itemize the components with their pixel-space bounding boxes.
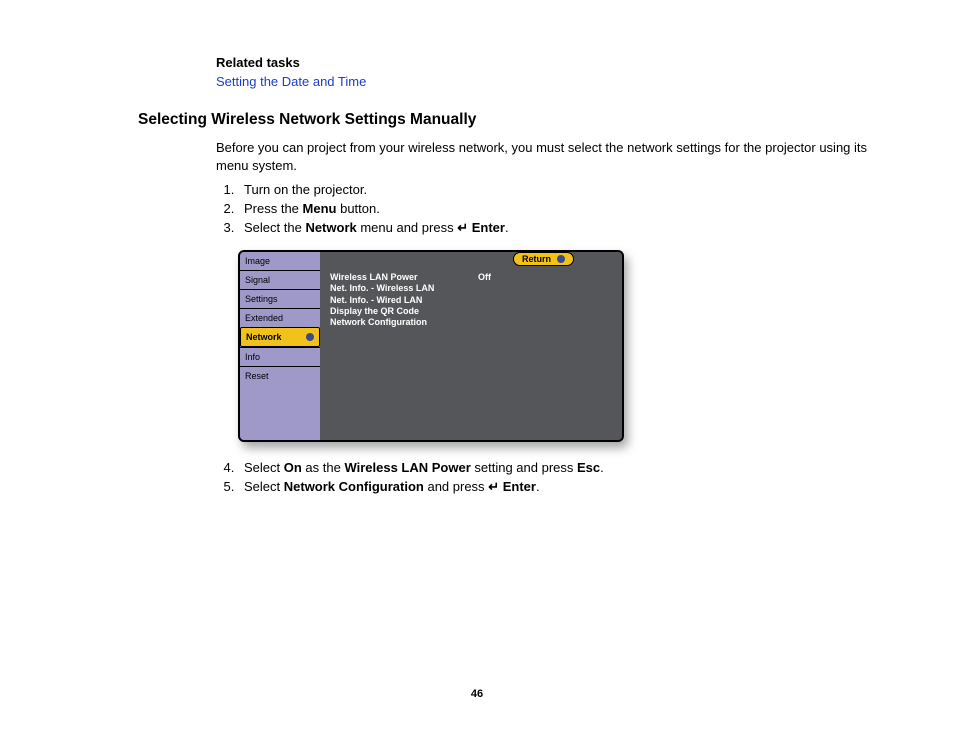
- menu-item-network[interactable]: Network: [240, 327, 320, 347]
- step-3-network: Network: [305, 220, 356, 235]
- related-tasks-heading: Related tasks: [216, 55, 889, 70]
- step-4-g: .: [600, 460, 604, 475]
- step-5-a: Select: [244, 479, 284, 494]
- step-4-c: as the: [302, 460, 345, 475]
- step-2: Press the Menu button.: [238, 201, 889, 216]
- step-2-a: Press the: [244, 201, 303, 216]
- option-label: Net. Info. - Wired LAN: [330, 295, 478, 306]
- step-1: Turn on the projector.: [238, 182, 889, 197]
- menu-item-info[interactable]: Info: [240, 347, 320, 366]
- step-4-esc: Esc: [577, 460, 600, 475]
- option-label: Display the QR Code: [330, 306, 478, 317]
- step-5-enter: Enter: [499, 479, 536, 494]
- intro-text: Before you can project from your wireles…: [216, 139, 889, 174]
- step-4-on: On: [284, 460, 302, 475]
- option-label: Wireless LAN Power: [330, 272, 478, 283]
- option-wireless-lan-power[interactable]: Wireless LAN Power Off: [330, 272, 612, 283]
- menu-item-signal[interactable]: Signal: [240, 270, 320, 289]
- step-3-enter: Enter: [468, 220, 505, 235]
- option-label: Network Configuration: [330, 317, 478, 328]
- menu-item-image[interactable]: Image: [240, 252, 320, 270]
- step-3-e: .: [505, 220, 509, 235]
- step-2-c: button.: [336, 201, 379, 216]
- related-link-date-time[interactable]: Setting the Date and Time: [216, 74, 889, 89]
- projector-menu: Image Signal Settings Extended Network I…: [238, 250, 624, 442]
- menu-item-reset[interactable]: Reset: [240, 366, 320, 385]
- option-qr-code[interactable]: Display the QR Code: [330, 306, 612, 317]
- step-3: Select the Network menu and press ↵ Ente…: [238, 220, 889, 236]
- enter-icon: ↵: [488, 479, 499, 495]
- menu-sidebar: Image Signal Settings Extended Network I…: [240, 252, 320, 440]
- step-4-a: Select: [244, 460, 284, 475]
- step-5-c: and press: [424, 479, 488, 494]
- option-label: Net. Info. - Wireless LAN: [330, 283, 478, 294]
- option-netinfo-wireless[interactable]: Net. Info. - Wireless LAN: [330, 283, 612, 294]
- option-value: Off: [478, 272, 491, 283]
- step-2-menu: Menu: [303, 201, 337, 216]
- step-5: Select Network Configuration and press ↵…: [238, 479, 889, 495]
- menu-item-settings[interactable]: Settings: [240, 289, 320, 308]
- option-netinfo-wired[interactable]: Net. Info. - Wired LAN: [330, 295, 612, 306]
- menu-options: Wireless LAN Power Off Net. Info. - Wire…: [330, 272, 612, 328]
- step-4: Select On as the Wireless LAN Power sett…: [238, 460, 889, 475]
- step-4-e: setting and press: [471, 460, 577, 475]
- return-button[interactable]: Return: [513, 252, 574, 266]
- step-5-netconfig: Network Configuration: [284, 479, 424, 494]
- option-network-config[interactable]: Network Configuration: [330, 317, 612, 328]
- section-title: Selecting Wireless Network Settings Manu…: [138, 111, 889, 129]
- page-number: 46: [0, 688, 954, 700]
- step-3-a: Select the: [244, 220, 305, 235]
- menu-main-panel: Return Wireless LAN Power Off Net. Info.…: [320, 252, 622, 440]
- step-5-e: .: [536, 479, 540, 494]
- step-3-c: menu and press: [357, 220, 457, 235]
- enter-icon: ↵: [457, 220, 468, 236]
- step-1-text: Turn on the projector.: [244, 182, 367, 197]
- step-4-wlp: Wireless LAN Power: [344, 460, 470, 475]
- menu-item-extended[interactable]: Extended: [240, 308, 320, 327]
